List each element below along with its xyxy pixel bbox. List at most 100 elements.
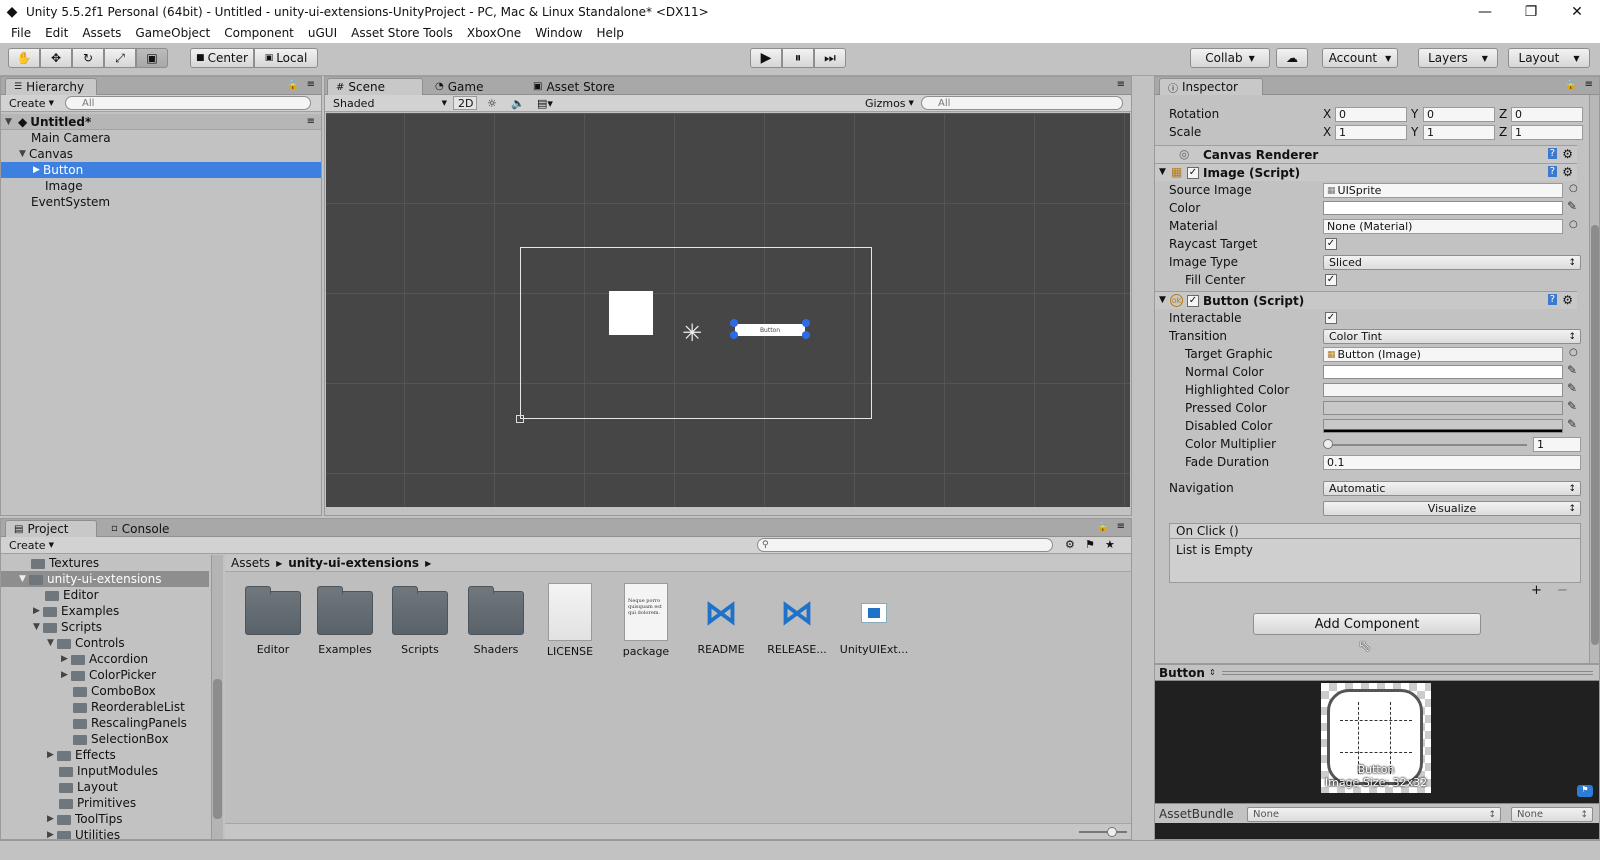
hierarchy-search-input[interactable]: All	[65, 96, 311, 110]
eyedropper-icon[interactable]: ✎	[1567, 199, 1577, 213]
rotation-y-field[interactable]: 0	[1423, 107, 1495, 122]
inspector-scrollbar[interactable]	[1589, 95, 1599, 663]
minimize-button[interactable]: —	[1462, 0, 1508, 23]
disabled-color-field[interactable]	[1323, 419, 1563, 433]
scene-menu-icon[interactable]: ≡	[307, 116, 315, 127]
assetbundle-dropdown[interactable]: None	[1247, 807, 1501, 822]
menu-asset-store-tools[interactable]: Asset Store Tools	[344, 26, 460, 40]
interactable-checkbox[interactable]: ✓	[1325, 312, 1337, 324]
favorite-star-icon[interactable]: ★	[1105, 538, 1115, 551]
onclick-add-button[interactable]: +	[1531, 583, 1542, 598]
tree-item-textures[interactable]: Textures	[31, 555, 99, 571]
fade-duration-field[interactable]: 0.1	[1323, 455, 1581, 470]
breadcrumb-unity-ui-extensions[interactable]: unity-ui-extensions	[288, 556, 419, 570]
asset-license[interactable]: LICENSE	[535, 583, 605, 658]
asset-release[interactable]: ⋈ RELEASE...	[761, 591, 833, 656]
hierarchy-create-button[interactable]: Create ▼	[5, 96, 58, 110]
raycast-target-checkbox[interactable]: ✓	[1325, 238, 1337, 250]
scene-root-row[interactable]: ▼ ◆ Untitled* ≡	[1, 114, 321, 130]
asset-readme[interactable]: ⋈ README	[685, 591, 757, 656]
color-field[interactable]	[1323, 201, 1563, 215]
tree-item-effects[interactable]: ▶ Effects	[47, 747, 116, 763]
tree-item-inputmodules[interactable]: InputModules	[59, 763, 158, 779]
hierarchy-item-canvas[interactable]: ▼ Canvas	[1, 146, 321, 162]
hierarchy-item-main-camera[interactable]: Main Camera	[1, 130, 321, 146]
asset-unityuiext[interactable]: UnityUIExt...	[829, 591, 919, 656]
eyedropper-icon[interactable]: ✎	[1567, 381, 1577, 395]
color-multiplier-slider[interactable]	[1327, 444, 1527, 446]
project-search-input[interactable]: ⚲	[757, 538, 1053, 552]
button-enabled-checkbox[interactable]: ✓	[1187, 295, 1199, 307]
lock-icon[interactable]: 🔒	[287, 80, 299, 91]
normal-color-field[interactable]	[1323, 365, 1563, 379]
tab-game[interactable]: ◔ Game	[427, 78, 513, 95]
menu-icon[interactable]: ≡	[307, 79, 315, 90]
tab-asset-store[interactable]: ▣ Asset Store	[525, 78, 635, 95]
breadcrumb-assets[interactable]: Assets	[231, 556, 270, 570]
tree-item-colorpicker[interactable]: ▶ ColorPicker	[61, 667, 156, 683]
button-script-header[interactable]: ▼ ok ✓ Button (Script) ? ⚙	[1155, 291, 1577, 309]
inspector-scrollbar-thumb[interactable]	[1591, 225, 1599, 645]
gear-icon[interactable]: ⚙	[1562, 147, 1573, 161]
pause-button[interactable]: ⏸	[782, 48, 814, 68]
fill-center-checkbox[interactable]: ✓	[1325, 274, 1337, 286]
asset-package[interactable]: Neque porro quisquam est qui dolorem. pac…	[611, 583, 681, 658]
tree-item-layout[interactable]: Layout	[59, 779, 118, 795]
menu-xboxone[interactable]: XboxOne	[460, 26, 528, 40]
icon-size-slider-thumb[interactable]	[1107, 827, 1117, 837]
rect-tool-icon[interactable]: ▣	[136, 48, 168, 68]
close-button[interactable]: ✕	[1554, 0, 1600, 23]
collab-dropdown[interactable]: Collab ▼	[1190, 48, 1270, 68]
menu-ugui[interactable]: uGUI	[301, 26, 344, 40]
rect-transform-gizmo-icon[interactable]: ✳	[682, 321, 706, 345]
source-image-field[interactable]: ▦ UISprite	[1323, 183, 1563, 198]
cloud-icon[interactable]: ☁	[1276, 48, 1308, 68]
tab-project[interactable]: ▤ Project	[5, 520, 97, 537]
image-object[interactable]	[609, 291, 653, 335]
tree-item-reorderablelist[interactable]: ReorderableList	[73, 699, 185, 715]
tree-item-controls[interactable]: ▼ Controls	[47, 635, 125, 651]
transition-dropdown[interactable]: Color Tint	[1323, 329, 1581, 344]
scale-y-field[interactable]: 1	[1423, 125, 1495, 140]
space-local-button[interactable]: ▣ Local	[254, 48, 318, 68]
navigation-dropdown[interactable]: Automatic	[1323, 481, 1581, 496]
layout-dropdown[interactable]: Layout ▼	[1508, 48, 1590, 68]
gizmos-dropdown[interactable]: Gizmos ▼	[861, 96, 918, 110]
move-tool-icon[interactable]: ✥	[40, 48, 72, 68]
mode-2d-toggle[interactable]: 2D	[453, 96, 477, 110]
menu-icon[interactable]: ≡	[1117, 521, 1125, 532]
audio-icon[interactable]: 🔈	[507, 96, 529, 110]
menu-window[interactable]: Window	[528, 26, 589, 40]
menu-assets[interactable]: Assets	[75, 26, 128, 40]
help-icon[interactable]: ?	[1547, 166, 1557, 177]
filter-type-icon[interactable]: ⚙	[1065, 538, 1075, 551]
filter-label-icon[interactable]: ⚑	[1085, 538, 1095, 551]
menu-gameobject[interactable]: GameObject	[128, 26, 217, 40]
tag-icon[interactable]: ⚑	[1577, 785, 1593, 797]
tree-item-scripts[interactable]: ▼ Scripts	[33, 619, 102, 635]
gear-icon[interactable]: ⚙	[1562, 165, 1573, 179]
material-field[interactable]: None (Material)	[1323, 219, 1563, 234]
menu-help[interactable]: Help	[590, 26, 631, 40]
add-component-button[interactable]: Add Component	[1253, 613, 1481, 635]
canvas-renderer-header[interactable]: ◎ Canvas Renderer ? ⚙	[1155, 145, 1577, 163]
tree-item-rescalingpanels[interactable]: RescalingPanels	[73, 715, 187, 731]
lock-icon[interactable]: 🔒	[1565, 80, 1577, 91]
image-enabled-checkbox[interactable]: ✓	[1187, 167, 1199, 179]
tree-scrollbar[interactable]	[211, 555, 223, 839]
tree-item-selectionbox[interactable]: SelectionBox	[73, 731, 169, 747]
object-picker-icon[interactable]: ○	[1569, 219, 1578, 230]
image-script-header[interactable]: ▼ ▦ ✓ Image (Script) ? ⚙	[1155, 163, 1577, 181]
account-dropdown[interactable]: Account ▼	[1322, 48, 1398, 68]
shading-dropdown[interactable]: Shaded ▼	[329, 96, 449, 110]
image-type-dropdown[interactable]: Sliced	[1323, 255, 1581, 270]
tree-item-tooltips[interactable]: ▶ ToolTips	[47, 811, 122, 827]
tree-item-accordion[interactable]: ▶ Accordion	[61, 651, 148, 667]
scale-tool-icon[interactable]: ⤢	[104, 48, 136, 68]
asset-examples-folder[interactable]: Examples	[313, 586, 377, 656]
button-object[interactable]: Button	[735, 324, 805, 336]
menu-edit[interactable]: Edit	[38, 26, 75, 40]
visualize-button[interactable]: Visualize	[1323, 501, 1581, 516]
effects-icon[interactable]: ▤▾	[533, 96, 557, 110]
object-picker-icon[interactable]: ○	[1569, 183, 1578, 194]
